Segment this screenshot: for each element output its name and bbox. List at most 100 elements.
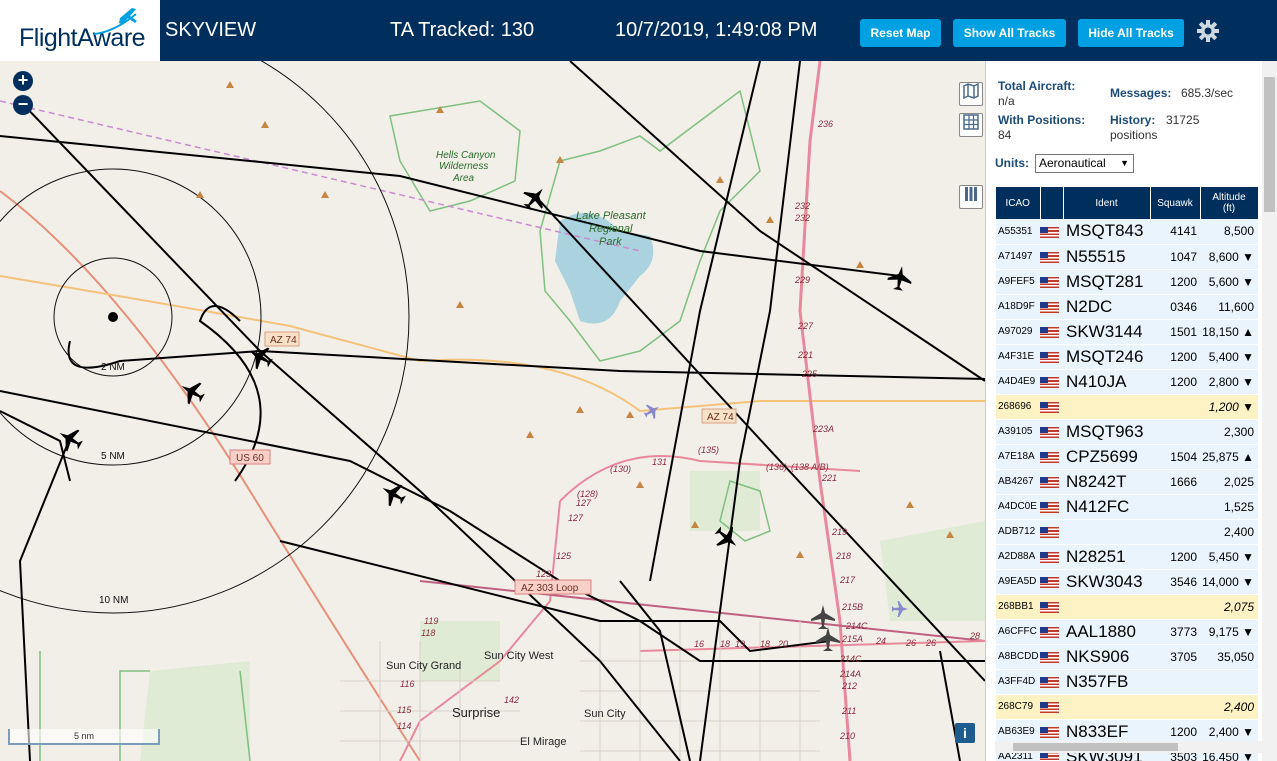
panel-vertical-scrollbar[interactable] — [1262, 61, 1277, 761]
table-row[interactable]: A2D88A N28251 1200 5,450 ▼ — [996, 544, 1258, 570]
map-canvas[interactable]: AZ 74 US 60 AZ 74 AZ 303 Loop 2 NM 5 NM … — [0, 61, 985, 761]
squawk-cell: 1047 — [1150, 244, 1200, 270]
table-row[interactable]: AB4267 N8242T 1666 2,025 — [996, 469, 1258, 495]
show-all-tracks-button[interactable]: Show All Tracks — [953, 19, 1066, 47]
table-row[interactable]: A4F31E MSQT246 1200 5,400 ▼ — [996, 344, 1258, 370]
svg-text:(130): (130) — [610, 464, 631, 474]
svg-text:118: 118 — [421, 628, 435, 638]
map-view[interactable]: AZ 74 US 60 AZ 74 AZ 303 Loop 2 NM 5 NM … — [0, 61, 985, 761]
svg-text:28: 28 — [969, 631, 980, 641]
table-row[interactable]: 268696 1,200 ▼ — [996, 394, 1258, 420]
zoom-in-button[interactable]: + — [13, 71, 33, 91]
svg-text:16: 16 — [694, 639, 704, 649]
airplane-logo-icon — [93, 8, 137, 35]
flag-cell — [1040, 419, 1063, 445]
zoom-out-button[interactable]: − — [13, 95, 33, 115]
altitude-trend-icon: ▼ — [1242, 274, 1254, 289]
svg-text:18: 18 — [720, 639, 730, 649]
svg-text:127: 127 — [576, 498, 592, 508]
us-flag-icon — [1040, 676, 1059, 688]
squawk-cell: 3546 — [1150, 569, 1200, 595]
us-flag-icon — [1040, 701, 1059, 713]
table-row[interactable]: A4D4E9 N410JA 1200 2,800 ▼ — [996, 369, 1258, 395]
svg-text:215A: 215A — [841, 634, 863, 644]
map-layer-icon[interactable] — [959, 82, 983, 106]
altitude-cell: 8,500 — [1200, 219, 1258, 245]
squawk-cell — [1150, 669, 1200, 695]
col-ident[interactable]: Ident — [1063, 187, 1151, 219]
table-row[interactable]: 268C79 2,400 — [996, 694, 1258, 720]
altitude-cell: 2,400 — [1200, 694, 1258, 720]
table-row[interactable]: 268BB1 2,075 — [996, 594, 1258, 620]
icao-cell: A4D4E9 — [996, 369, 1040, 395]
svg-text:Sun City Grand: Sun City Grand — [386, 660, 461, 672]
ident-cell: N2DC — [1063, 294, 1150, 320]
units-select[interactable]: Aeronautical ▼ — [1035, 154, 1134, 173]
flag-cell — [1040, 369, 1063, 395]
col-flag[interactable] — [1040, 187, 1064, 219]
icao-cell: ADB712 — [996, 519, 1040, 545]
altitude-cell: 18,150 ▲ — [1200, 319, 1258, 345]
us-flag-icon — [1040, 601, 1059, 613]
table-row[interactable]: A55351 MSQT843 4141 8,500 — [996, 219, 1258, 245]
altitude-cell: 2,800 ▼ — [1200, 369, 1258, 395]
chevron-down-icon: ▼ — [1120, 158, 1129, 168]
table-row[interactable]: ADB712 2,400 — [996, 519, 1258, 545]
ident-cell: MSQT843 — [1063, 219, 1150, 245]
svg-text:115: 115 — [397, 705, 412, 715]
units-select-value: Aeronautical — [1039, 156, 1106, 170]
altitude-cell: 2,075 — [1200, 594, 1258, 620]
svg-text:123: 123 — [536, 569, 551, 579]
altitude-cell: 9,175 ▼ — [1200, 619, 1258, 645]
receiver-location-marker — [108, 312, 118, 322]
squawk-cell: 1200 — [1150, 344, 1200, 370]
svg-text:18: 18 — [760, 639, 770, 649]
table-row[interactable]: A3FF4D N357FB — [996, 669, 1258, 695]
table-row[interactable]: A7E18A CPZ5699 1504 25,875 ▲ — [996, 444, 1258, 470]
flightaware-logo[interactable]: FlightAware — [0, 0, 160, 61]
ident-cell: SKW3144 — [1063, 319, 1150, 345]
table-row[interactable]: A39105 MSQT963 2,300 — [996, 419, 1258, 445]
table-row[interactable]: A6CFFC AAL1880 3773 9,175 ▼ — [996, 619, 1258, 645]
table-row[interactable]: A9EA5D SKW3043 3546 14,000 ▼ — [996, 569, 1258, 595]
svg-text:Wilderness: Wilderness — [439, 161, 488, 172]
squawk-cell — [1150, 394, 1200, 420]
table-row[interactable]: A4DC0E N412FC 1,525 — [996, 494, 1258, 520]
us-flag-icon — [1040, 401, 1059, 413]
col-icao[interactable]: ICAO — [996, 187, 1041, 219]
altitude-trend-icon: ▼ — [1242, 349, 1254, 364]
svg-text:214A: 214A — [839, 669, 861, 679]
table-row[interactable]: A18D9F N2DC 0346 11,600 — [996, 294, 1258, 320]
altitude-cell: 14,000 ▼ — [1200, 569, 1258, 595]
panel-horizontal-scrollbar[interactable] — [995, 741, 1262, 753]
squawk-cell: 0346 — [1150, 294, 1200, 320]
icao-cell: A7E18A — [996, 444, 1040, 470]
gear-icon[interactable] — [1195, 18, 1221, 44]
table-row[interactable]: A9FEF5 MSQT281 1200 5,600 ▼ — [996, 269, 1258, 295]
squawk-cell — [1150, 519, 1200, 545]
table-row[interactable]: A97029 SKW3144 1501 18,150 ▲ — [996, 319, 1258, 345]
history-label: History: — [1110, 113, 1156, 127]
svg-text:212: 212 — [841, 681, 857, 691]
grid-icon[interactable] — [959, 113, 983, 137]
ident-cell: MSQT246 — [1063, 344, 1150, 370]
svg-text:Hells Canyon: Hells Canyon — [436, 150, 496, 161]
altitude-trend-icon: ▲ — [1242, 449, 1254, 464]
table-row[interactable]: A71497 N55515 1047 8,600 ▼ — [996, 244, 1258, 270]
icao-cell: AB4267 — [996, 469, 1040, 495]
svg-text:214C: 214C — [845, 621, 868, 631]
ident-cell — [1063, 594, 1150, 620]
ident-cell: N28251 — [1063, 544, 1150, 570]
us-flag-icon — [1040, 226, 1059, 238]
col-squawk[interactable]: Squawk — [1150, 187, 1201, 219]
squawk-cell — [1150, 594, 1200, 620]
col-altitude[interactable]: Altitude (ft) — [1200, 187, 1259, 219]
reset-map-button[interactable]: Reset Map — [860, 19, 941, 47]
altitude-cell: 5,450 ▼ — [1200, 544, 1258, 570]
hide-all-tracks-button[interactable]: Hide All Tracks — [1078, 19, 1184, 47]
info-button[interactable]: i — [955, 723, 975, 743]
columns-icon[interactable] — [959, 185, 983, 209]
table-row[interactable]: A8BCDD NKS906 3705 35,050 — [996, 644, 1258, 670]
altitude-cell: 1,200 ▼ — [1200, 394, 1258, 420]
svg-text:221: 221 — [797, 350, 813, 360]
